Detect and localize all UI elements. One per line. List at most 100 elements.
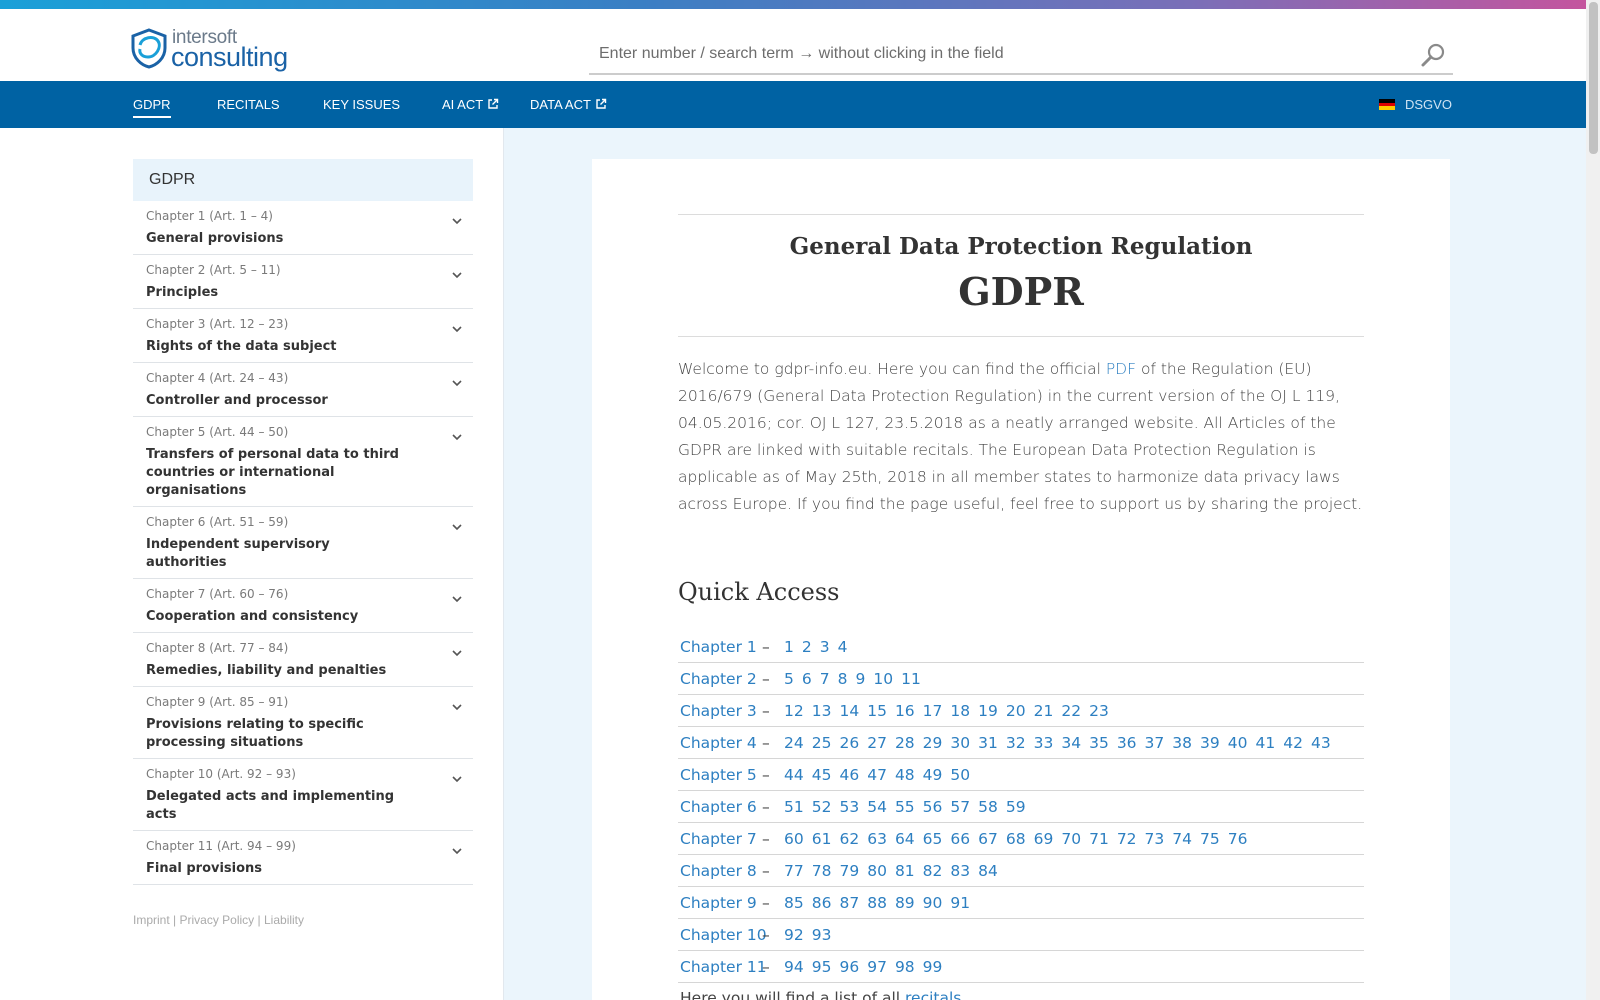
nav-gdpr[interactable]: GDPR (133, 97, 171, 118)
nav-data-act[interactable]: DATA ACT (530, 97, 607, 112)
scrollbar-thumb[interactable] (1589, 2, 1598, 154)
article-link[interactable]: 33 (1034, 734, 1054, 752)
article-link[interactable]: 25 (812, 734, 832, 752)
sidebar-chapter-9[interactable]: Chapter 9 (Art. 85 – 91) Provisions relat… (133, 687, 473, 759)
sidebar-chapter-3[interactable]: Chapter 3 (Art. 12 – 23) Rights of the da… (133, 309, 473, 363)
article-link[interactable]: 95 (812, 958, 832, 976)
article-link[interactable]: 51 (784, 798, 804, 816)
article-link[interactable]: 71 (1089, 830, 1109, 848)
article-link[interactable]: 27 (867, 734, 887, 752)
article-link[interactable]: 39 (1200, 734, 1220, 752)
article-link[interactable]: 26 (839, 734, 859, 752)
article-link[interactable]: 58 (978, 798, 998, 816)
article-link[interactable]: 54 (867, 798, 887, 816)
article-link[interactable]: 10 (873, 670, 893, 688)
pdf-link[interactable]: PDF (1106, 360, 1136, 378)
article-link[interactable]: 85 (784, 894, 804, 912)
sidebar-chapter-1[interactable]: Chapter 1 (Art. 1 – 4) General provisions (133, 201, 473, 255)
article-link[interactable]: 38 (1172, 734, 1192, 752)
article-link[interactable]: 43 (1311, 734, 1331, 752)
liability-link[interactable]: Liability (264, 913, 304, 927)
article-link[interactable]: 79 (839, 862, 859, 880)
sidebar-chapter-5[interactable]: Chapter 5 (Art. 44 – 50) Transfers of per… (133, 417, 473, 507)
article-link[interactable]: 93 (812, 926, 832, 944)
article-link[interactable]: 12 (784, 702, 804, 720)
article-link[interactable]: 29 (923, 734, 943, 752)
quick-access-chapter-link[interactable]: Chapter 8 (678, 862, 762, 880)
article-link[interactable]: 18 (950, 702, 970, 720)
quick-access-chapter-link[interactable]: Chapter 3 (678, 702, 762, 720)
article-link[interactable]: 35 (1089, 734, 1109, 752)
article-link[interactable]: 6 (802, 670, 812, 688)
article-link[interactable]: 80 (867, 862, 887, 880)
sidebar-chapter-6[interactable]: Chapter 6 (Art. 51 – 59) Independent supe… (133, 507, 473, 579)
article-link[interactable]: 8 (838, 670, 848, 688)
chevron-down-icon[interactable] (451, 269, 463, 281)
article-link[interactable]: 30 (950, 734, 970, 752)
search-input[interactable] (599, 41, 1399, 67)
chevron-down-icon[interactable] (451, 593, 463, 605)
article-link[interactable]: 67 (978, 830, 998, 848)
article-link[interactable]: 19 (978, 702, 998, 720)
article-link[interactable]: 48 (895, 766, 915, 784)
language-switch[interactable]: DSGVO (1379, 97, 1452, 112)
chevron-down-icon[interactable] (451, 323, 463, 335)
article-link[interactable]: 86 (812, 894, 832, 912)
chevron-down-icon[interactable] (451, 773, 463, 785)
article-link[interactable]: 42 (1283, 734, 1303, 752)
article-link[interactable]: 53 (839, 798, 859, 816)
article-link[interactable]: 2 (802, 638, 812, 656)
article-link[interactable]: 62 (839, 830, 859, 848)
article-link[interactable]: 11 (901, 670, 921, 688)
article-link[interactable]: 59 (1006, 798, 1026, 816)
article-link[interactable]: 24 (784, 734, 804, 752)
article-link[interactable]: 57 (950, 798, 970, 816)
intersoft-consulting-logo[interactable]: intersoft consulting (128, 27, 293, 72)
chevron-down-icon[interactable] (451, 377, 463, 389)
quick-access-chapter-link[interactable]: Chapter 9 (678, 894, 762, 912)
article-link[interactable]: 97 (867, 958, 887, 976)
article-link[interactable]: 56 (923, 798, 943, 816)
article-link[interactable]: 88 (867, 894, 887, 912)
article-link[interactable]: 15 (867, 702, 887, 720)
article-link[interactable]: 68 (1006, 830, 1026, 848)
article-link[interactable]: 13 (812, 702, 832, 720)
quick-access-chapter-link[interactable]: Chapter 1 (678, 638, 762, 656)
article-link[interactable]: 46 (839, 766, 859, 784)
article-link[interactable]: 70 (1061, 830, 1081, 848)
sidebar-chapter-4[interactable]: Chapter 4 (Art. 24 – 43) Controller and p… (133, 363, 473, 417)
article-link[interactable]: 34 (1061, 734, 1081, 752)
article-link[interactable]: 20 (1006, 702, 1026, 720)
quick-access-chapter-link[interactable]: Chapter 11 (678, 958, 767, 976)
sidebar-chapter-2[interactable]: Chapter 2 (Art. 5 – 11) Principles (133, 255, 473, 309)
chevron-down-icon[interactable] (451, 215, 463, 227)
article-link[interactable]: 91 (950, 894, 970, 912)
article-link[interactable]: 22 (1061, 702, 1081, 720)
article-link[interactable]: 83 (950, 862, 970, 880)
article-link[interactable]: 4 (838, 638, 848, 656)
imprint-link[interactable]: Imprint (133, 913, 170, 927)
chevron-down-icon[interactable] (451, 521, 463, 533)
sidebar-chapter-10[interactable]: Chapter 10 (Art. 92 – 93) Delegated acts … (133, 759, 473, 831)
sidebar-chapter-8[interactable]: Chapter 8 (Art. 77 – 84) Remedies, liabil… (133, 633, 473, 687)
article-link[interactable]: 41 (1255, 734, 1275, 752)
article-link[interactable]: 45 (812, 766, 832, 784)
sidebar-chapter-7[interactable]: Chapter 7 (Art. 60 – 76) Cooperation and … (133, 579, 473, 633)
article-link[interactable]: 55 (895, 798, 915, 816)
article-link[interactable]: 92 (784, 926, 804, 944)
article-link[interactable]: 66 (950, 830, 970, 848)
quick-access-chapter-link[interactable]: Chapter 5 (678, 766, 762, 784)
nav-key-issues[interactable]: KEY ISSUES (323, 97, 400, 112)
article-link[interactable]: 36 (1117, 734, 1137, 752)
quick-access-chapter-link[interactable]: Chapter 7 (678, 830, 762, 848)
article-link[interactable]: 77 (784, 862, 804, 880)
article-link[interactable]: 14 (839, 702, 859, 720)
article-link[interactable]: 72 (1117, 830, 1137, 848)
quick-access-chapter-link[interactable]: Chapter 6 (678, 798, 762, 816)
article-link[interactable]: 52 (812, 798, 832, 816)
article-link[interactable]: 1 (784, 638, 794, 656)
article-link[interactable]: 75 (1200, 830, 1220, 848)
search-icon[interactable] (1419, 41, 1447, 69)
article-link[interactable]: 90 (923, 894, 943, 912)
article-link[interactable]: 99 (923, 958, 943, 976)
